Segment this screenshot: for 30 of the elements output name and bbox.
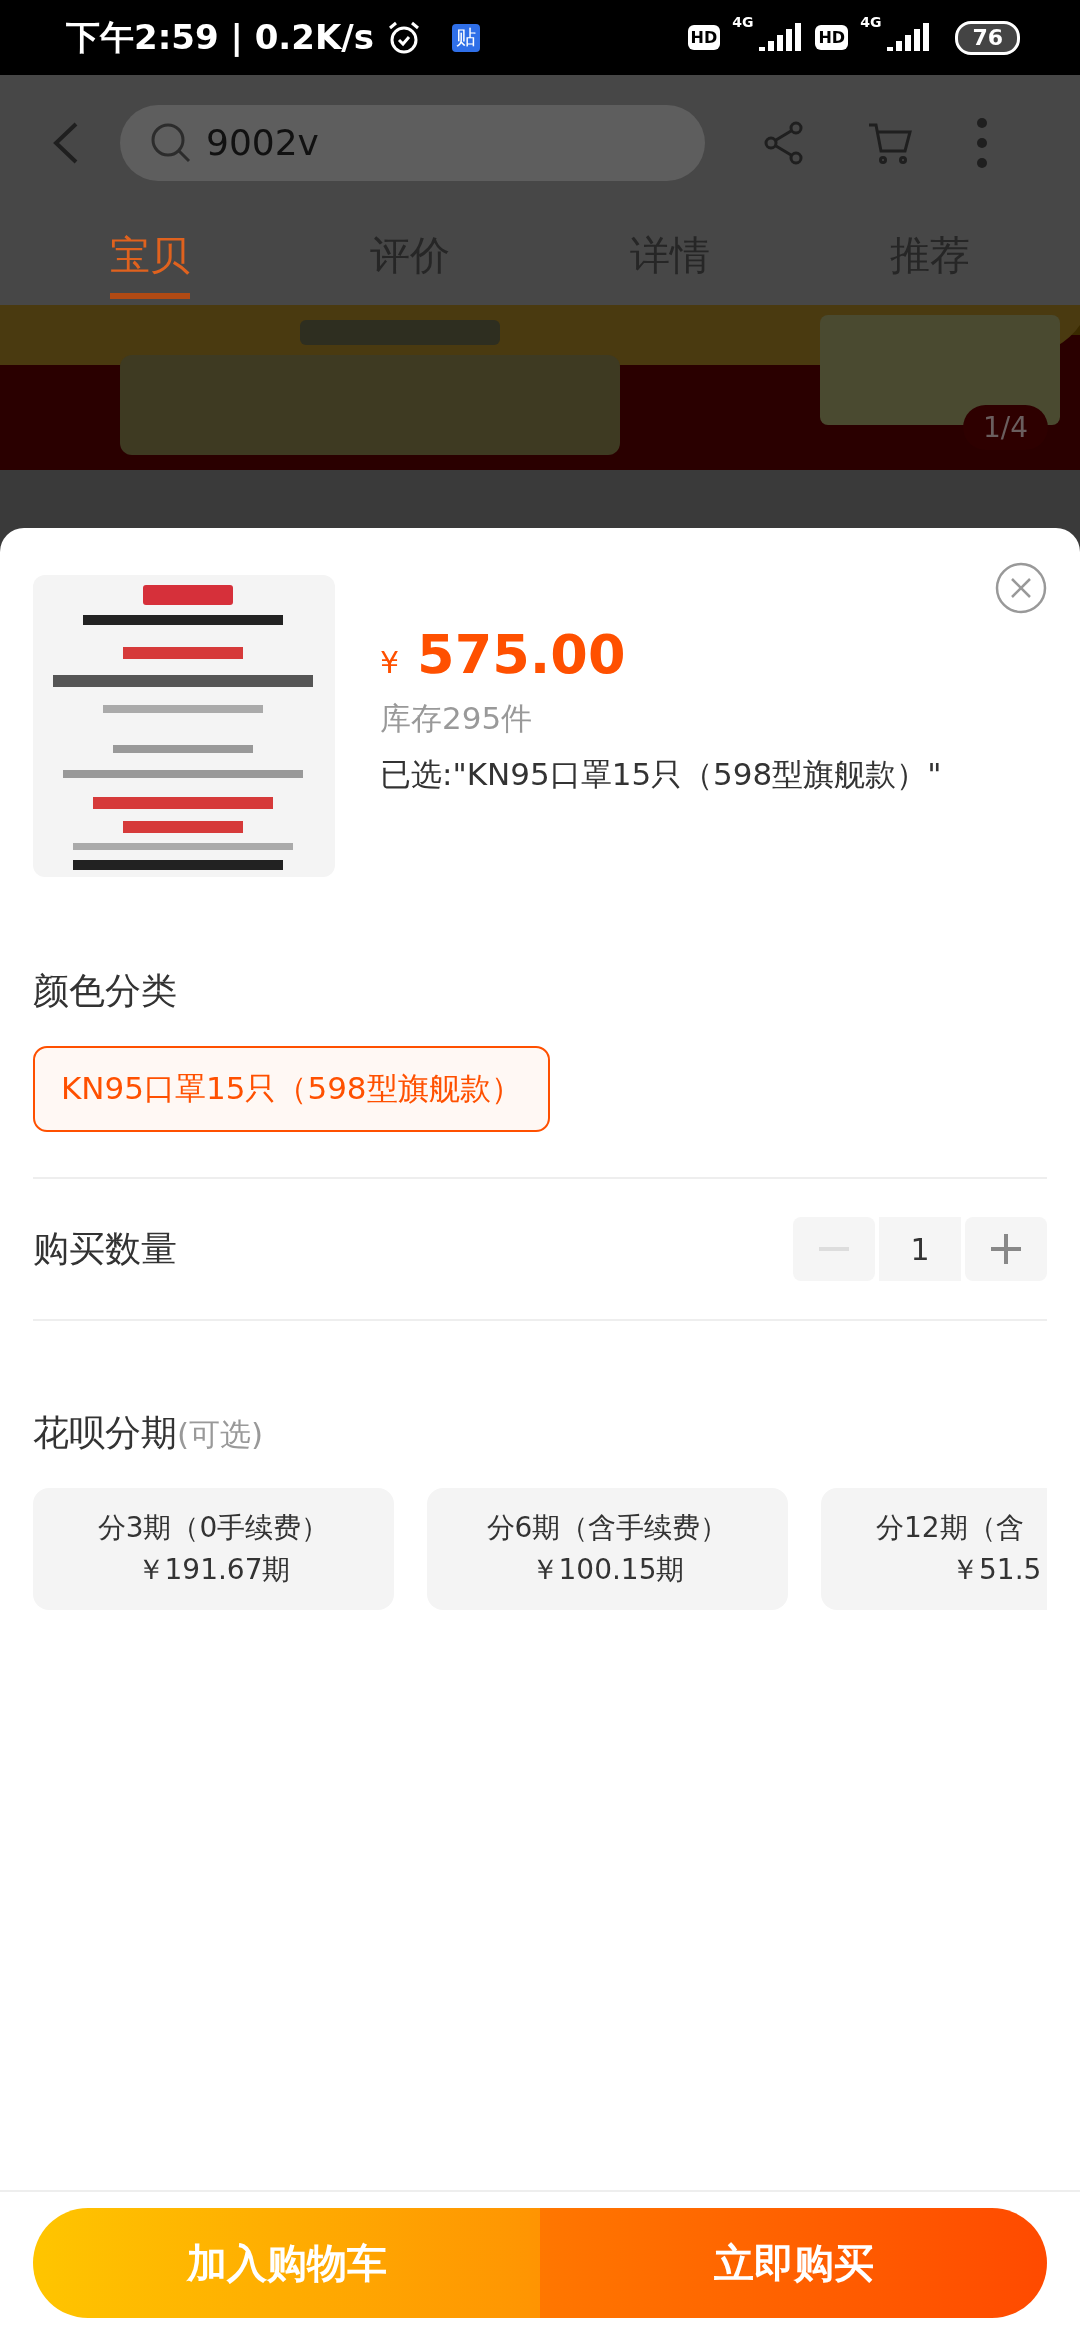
- more-icon[interactable]: [975, 116, 989, 169]
- share-icon[interactable]: [763, 120, 805, 165]
- installment-option[interactable]: 分3期（0手续费） ￥191.67期: [33, 1488, 394, 1610]
- hd-badge: HD: [815, 25, 849, 50]
- installment-option[interactable]: 分6期（含手续费） ￥100.15期: [427, 1488, 788, 1610]
- quantity-value[interactable]: 1: [879, 1217, 961, 1281]
- tab[interactable]: 宝贝: [110, 210, 190, 299]
- network-label: 4G: [732, 14, 754, 30]
- battery-indicator: 76: [955, 20, 1020, 55]
- selected-variant-text: 已选:"KN95口罩15只（598型旗舰款）": [380, 755, 942, 794]
- plus-icon: [991, 1234, 1021, 1264]
- section-title: 花呗分期: [33, 1411, 177, 1455]
- increase-button[interactable]: [965, 1217, 1047, 1281]
- optional-hint: (可选): [177, 1415, 264, 1454]
- stock-text: 库存295件: [380, 699, 534, 738]
- search-icon: [150, 121, 192, 164]
- variant-option[interactable]: KN95口罩15只（598型旗舰款）: [33, 1046, 550, 1132]
- close-icon[interactable]: [995, 562, 1047, 614]
- section-title: 购买数量: [33, 1226, 177, 1271]
- add-to-cart-button[interactable]: 加入购物车: [33, 2208, 540, 2318]
- installment-option[interactable]: 分12期（含 ￥51.5: [821, 1488, 1047, 1610]
- currency-symbol: ¥: [380, 645, 400, 680]
- buy-now-button[interactable]: 立即购买: [540, 2208, 1047, 2318]
- status-time: 下午2:59 | 0.2K/s: [66, 15, 374, 59]
- network-label: 4G: [860, 14, 882, 30]
- section-title: 颜色分类: [33, 969, 178, 1013]
- search-field[interactable]: 9002v: [120, 104, 705, 181]
- hd-badge: HD: [687, 25, 721, 50]
- notification-icon: 贴: [451, 23, 480, 52]
- price: 575.00: [417, 623, 626, 686]
